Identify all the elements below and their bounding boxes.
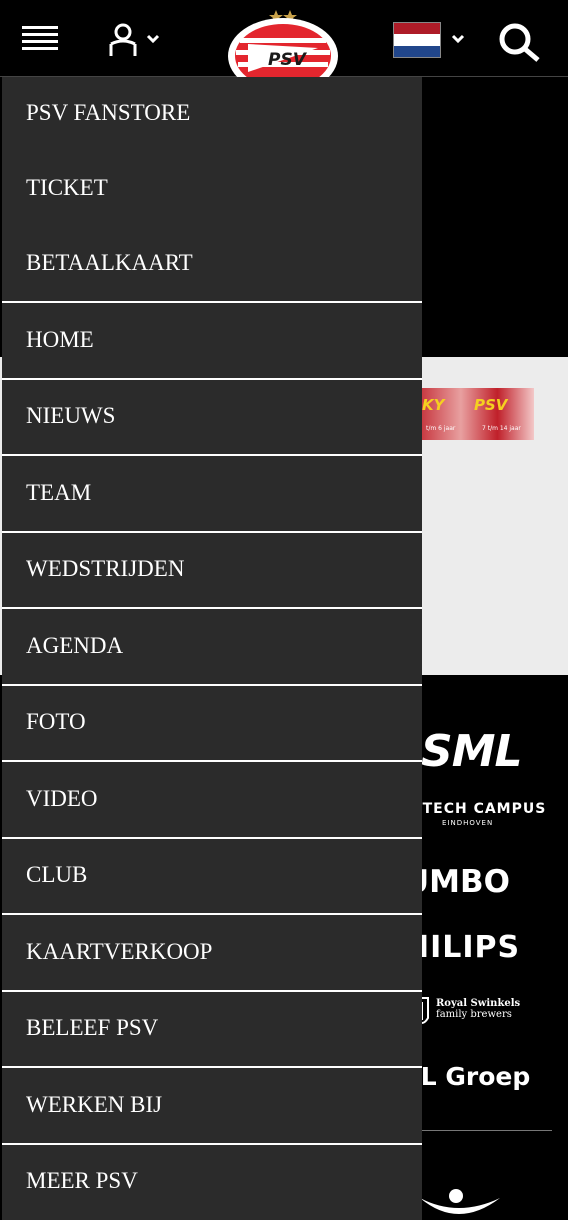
banner-right-subtext: 7 t/m 14 jaar <box>482 425 521 432</box>
footer-logo-icon <box>420 1189 500 1214</box>
search-icon <box>499 23 540 62</box>
menu-item-label: BELEEF PSV <box>26 1015 159 1040</box>
menu-item-label: PSV FANSTORE <box>26 100 191 125</box>
side-navigation-drawer: PSV FANSTORE TICKET BETAALKAART HOME NIE… <box>2 77 422 1220</box>
menu-item-label: VIDEO <box>26 786 98 811</box>
sponsor-swinkels-line1[interactable]: Royal Swinkels <box>436 998 520 1009</box>
footer-divider <box>422 1130 552 1131</box>
top-header: PSV <box>0 0 568 77</box>
menu-item-label: MEER PSV <box>26 1168 138 1193</box>
menu-item-label: TEAM <box>26 480 92 505</box>
menu-item-label: WERKEN BIJ <box>26 1092 163 1117</box>
kids-club-banner[interactable]: KY PSV t/m 6 jaar 7 t/m 14 jaar <box>412 388 534 440</box>
user-icon <box>109 23 160 56</box>
menu-item-meer-psv[interactable]: MEER PSV <box>2 1145 422 1220</box>
search-button[interactable] <box>498 22 542 62</box>
logo-text: PSV <box>268 50 308 70</box>
menu-item-nieuws[interactable]: NIEUWS <box>2 380 422 455</box>
hamburger-menu-icon[interactable] <box>22 26 58 56</box>
menu-item-team[interactable]: TEAM <box>2 456 422 531</box>
menu-item-kaartverkoop[interactable]: KAARTVERKOOP <box>2 915 422 990</box>
menu-item-agenda[interactable]: AGENDA <box>2 609 422 684</box>
banner-right-text: PSV <box>474 396 508 414</box>
menu-item-video[interactable]: VIDEO <box>2 762 422 837</box>
sponsor-swinkels-line2: family brewers <box>436 1009 512 1020</box>
menu-item-label: FOTO <box>26 709 86 734</box>
chevron-down-icon <box>451 34 465 44</box>
user-account-button[interactable] <box>106 22 164 58</box>
menu-item-label: BETAALKAART <box>26 250 193 275</box>
menu-item-label: TICKET <box>26 175 108 200</box>
menu-item-beleef-psv[interactable]: BELEEF PSV <box>2 992 422 1067</box>
menu-item-wedstrijden[interactable]: WEDSTRIJDEN <box>2 533 422 608</box>
menu-item-fanstore[interactable]: PSV FANSTORE <box>2 77 422 152</box>
menu-item-ticket[interactable]: TICKET <box>2 152 422 227</box>
banner-left-text: KY <box>422 396 445 414</box>
menu-item-label: AGENDA <box>26 633 124 658</box>
menu-item-werken-bij[interactable]: WERKEN BIJ <box>2 1068 422 1143</box>
sponsor-tech-campus[interactable]: H TECH CAMPUS <box>404 801 546 817</box>
menu-item-label: HOME <box>26 327 94 352</box>
menu-item-label: CLUB <box>26 862 88 887</box>
menu-item-foto[interactable]: FOTO <box>2 686 422 761</box>
menu-item-label: NIEUWS <box>26 403 116 428</box>
menu-item-club[interactable]: CLUB <box>2 839 422 914</box>
menu-item-betaalkaart[interactable]: BETAALKAART <box>2 227 422 301</box>
menu-item-home[interactable]: HOME <box>2 303 422 379</box>
menu-item-label: WEDSTRIJDEN <box>26 556 185 581</box>
sponsor-tech-campus-sub: EINDHOVEN <box>442 819 494 827</box>
banner-left-subtext: t/m 6 jaar <box>426 425 456 432</box>
menu-item-label: KAARTVERKOOP <box>26 939 213 964</box>
language-selector[interactable] <box>393 22 467 58</box>
netherlands-flag-icon <box>393 22 441 58</box>
psv-logo[interactable]: PSV <box>226 6 340 77</box>
